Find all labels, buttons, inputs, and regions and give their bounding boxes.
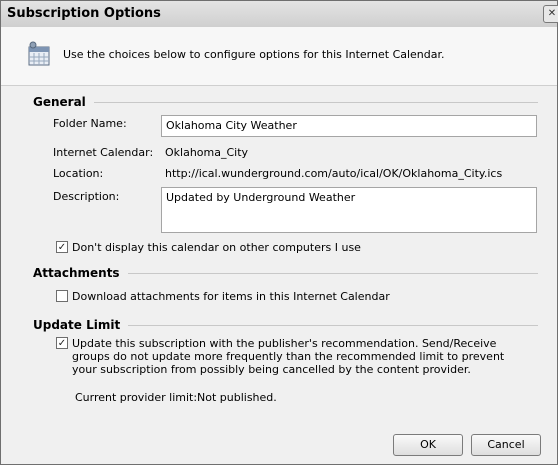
- update-limit-section-heading: Update Limit: [33, 318, 538, 332]
- attachments-heading-label: Attachments: [33, 266, 120, 280]
- general-heading-label: General: [33, 95, 86, 109]
- calendar-icon: [27, 41, 51, 67]
- current-limit-label: Current provider limit:: [75, 391, 198, 404]
- title-bar[interactable]: Subscription Options ✕: [1, 1, 558, 28]
- attachments-section-heading: Attachments: [33, 266, 538, 280]
- section-divider: [128, 324, 538, 326]
- subscription-options-dialog: Subscription Options ✕ Use the choices b…: [0, 0, 558, 465]
- dont-display-check-mark[interactable]: ✓: [56, 241, 68, 253]
- description-label: Description:: [53, 190, 120, 203]
- general-section-heading: General: [33, 95, 538, 109]
- internet-calendar-label: Internet Calendar:: [53, 146, 154, 159]
- download-attachments-check-box[interactable]: [56, 290, 68, 302]
- description-textarea[interactable]: Updated by Underground Weather: [161, 187, 537, 233]
- dialog-title: Subscription Options: [7, 6, 161, 21]
- section-divider: [127, 272, 538, 274]
- header-panel: Use the choices below to configure optio…: [1, 27, 557, 86]
- dont-display-label: Don't display this calendar on other com…: [72, 241, 361, 254]
- download-attachments-label: Download attachments for items in this I…: [72, 290, 390, 303]
- folder-name-label: Folder Name:: [53, 117, 127, 130]
- update-recommendation-label: Update this subscription with the publis…: [72, 337, 505, 376]
- update-limit-heading-label: Update Limit: [33, 318, 121, 332]
- dont-display-checkbox[interactable]: ✓ Don't display this calendar on other c…: [56, 241, 361, 254]
- close-button[interactable]: ✕: [543, 5, 558, 23]
- folder-name-input[interactable]: Oklahoma City Weather: [161, 115, 537, 137]
- cancel-button[interactable]: Cancel: [471, 434, 541, 456]
- download-attachments-checkbox[interactable]: Download attachments for items in this I…: [56, 290, 390, 303]
- ok-button[interactable]: OK: [393, 434, 463, 456]
- location-value: http://ical.wunderground.com/auto/ical/O…: [165, 167, 503, 180]
- update-recommendation-check-mark[interactable]: ✓: [56, 337, 68, 349]
- location-label: Location:: [53, 167, 104, 180]
- internet-calendar-value: Oklahoma_City: [165, 146, 249, 159]
- section-divider: [93, 101, 538, 103]
- intro-text: Use the choices below to configure optio…: [63, 48, 445, 61]
- current-limit-value: Not published.: [197, 391, 277, 404]
- update-recommendation-checkbox[interactable]: ✓ Update this subscription with the publ…: [56, 337, 528, 376]
